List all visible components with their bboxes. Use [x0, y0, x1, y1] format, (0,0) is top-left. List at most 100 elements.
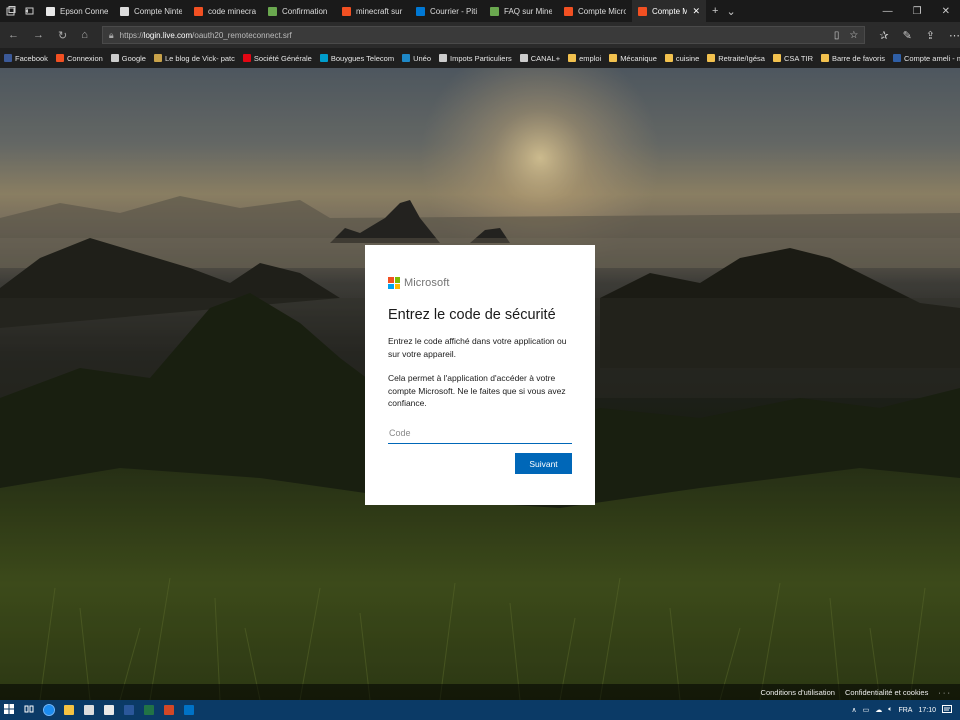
favorite-link[interactable]: Mécanique: [609, 54, 657, 63]
back-tabs-icon[interactable]: [24, 6, 34, 16]
privacy-link[interactable]: Confidentialité et cookies: [845, 688, 928, 697]
forward-arrow-icon[interactable]: →: [33, 29, 44, 42]
clock[interactable]: 17:10: [918, 707, 936, 714]
system-tray: ∧ ▭ ☁ 🔈︎ FRA 17:10: [852, 704, 960, 716]
favorite-icon: [242, 54, 251, 62]
favorite-link[interactable]: Facebook: [4, 54, 48, 63]
favorite-label: Bouygues Telecom: [330, 53, 395, 63]
logo-square: [394, 283, 400, 289]
favorite-star-icon[interactable]: ☆: [849, 30, 858, 41]
tab-favicon-icon: [120, 6, 129, 16]
browser-tab[interactable]: Courrier - Piti LSN - Out: [410, 0, 484, 22]
tab-favicon-icon: [564, 6, 573, 16]
favorite-label: Retraite/Igésa: [718, 53, 765, 63]
tab-bar: Epson Connect - Print a Compte Nintendo co…: [0, 0, 960, 22]
logo-square: [388, 277, 394, 283]
favorite-link[interactable]: CSA TIR: [772, 54, 813, 63]
edge-taskbar-icon[interactable]: [43, 704, 55, 716]
store-icon[interactable]: [104, 705, 114, 715]
favorite-label: Société Générale: [253, 53, 312, 63]
favorite-label: cuisine: [675, 53, 700, 63]
favorite-link[interactable]: cuisine: [664, 53, 700, 63]
chevron-down-icon[interactable]: ⌄: [726, 5, 735, 18]
browser-tab[interactable]: Epson Connect - Print a: [40, 0, 114, 22]
tab-actions: + ⌄: [706, 5, 742, 18]
tab-favicon-icon: [490, 6, 499, 16]
onedrive-icon[interactable]: ☁: [875, 706, 882, 714]
toolbar-right: ✰ ✎ ⇪ ⋯: [865, 29, 960, 42]
favorite-label: Compte ameli - mon: [903, 53, 960, 63]
pen-note-icon[interactable]: ✎: [903, 29, 912, 42]
favorite-link[interactable]: Unéo: [402, 54, 431, 63]
volume-icon[interactable]: 🔈︎: [888, 706, 892, 714]
tab-favicon-icon: [268, 6, 277, 16]
browser-tab[interactable]: Compte Microsoft: [558, 0, 632, 22]
logo-square: [394, 277, 400, 283]
tab-label: Courrier - Piti LSN - Out: [430, 6, 478, 16]
browser-tab[interactable]: code minecraft - Micros: [188, 0, 262, 22]
more-footer-icon[interactable]: · · ·: [938, 688, 950, 697]
favorite-label: Le blog de Vick- patc: [164, 53, 235, 63]
favorite-link[interactable]: Compte ameli - mon: [892, 53, 960, 63]
next-button[interactable]: Suivant: [515, 453, 572, 474]
notifications-icon[interactable]: [942, 704, 952, 716]
favorite-icon: [439, 54, 448, 62]
home-icon[interactable]: ⌂: [81, 29, 88, 42]
chevron-up-icon[interactable]: ∧: [852, 706, 857, 714]
network-icon[interactable]: ▭: [863, 706, 870, 714]
close-tab-icon[interactable]: ✕: [692, 6, 700, 17]
refresh-icon[interactable]: ↻: [58, 29, 67, 42]
windows-start-icon[interactable]: [4, 704, 14, 716]
tab-label: FAQ sur Minecraft pour: [504, 6, 552, 16]
favorite-link[interactable]: Connexion: [55, 54, 103, 63]
reading-view-icon[interactable]: ▯: [834, 30, 840, 41]
minimize-icon[interactable]: —: [883, 6, 893, 17]
favorite-icon: [153, 54, 162, 62]
browser-tab[interactable]: Confirmation Minecraft: [262, 0, 336, 22]
more-options-icon[interactable]: ⋯: [949, 29, 960, 42]
favorite-link[interactable]: Société Générale: [242, 53, 312, 63]
new-tab-icon[interactable]: +: [712, 5, 718, 18]
tab-label: Epson Connect - Print a: [60, 6, 108, 16]
favorite-icon: [772, 54, 781, 62]
favorite-link[interactable]: Impots Particuliers: [439, 54, 512, 63]
favorites-hub-icon[interactable]: ✰: [879, 29, 888, 42]
favorite-label: Impots Particuliers: [450, 53, 512, 63]
favorite-link[interactable]: Le blog de Vick- patc: [153, 53, 235, 63]
code-input[interactable]: [388, 425, 572, 444]
language-indicator[interactable]: FRA: [898, 707, 912, 714]
favorite-link[interactable]: Retraite/Igésa: [707, 54, 765, 63]
browser-tab[interactable]: minecraft sur switch et: [336, 0, 410, 22]
powerpoint-icon[interactable]: [164, 705, 174, 715]
word-icon[interactable]: [124, 705, 134, 715]
task-view-icon[interactable]: [24, 704, 34, 716]
tab-label: Confirmation Minecraft: [282, 6, 330, 16]
calculator-icon[interactable]: [84, 705, 94, 715]
browser-tab[interactable]: Compte Nintendo: [114, 0, 188, 22]
back-arrow-icon[interactable]: ←: [8, 29, 19, 42]
nav-buttons: ← → ↻ ⌂: [0, 29, 94, 42]
favorite-link[interactable]: CANAL+: [519, 54, 560, 63]
favorite-link[interactable]: emploi: [568, 54, 601, 63]
microsoft-logo: Microsoft: [388, 277, 572, 289]
tab-actions-icon[interactable]: [6, 6, 16, 16]
tab-favicon-icon: [342, 6, 351, 16]
share-icon[interactable]: ⇪: [926, 29, 935, 42]
excel-icon[interactable]: [144, 705, 154, 715]
trust-warning-text: Cela permet à l'application d'accéder à …: [388, 373, 566, 408]
favorite-label: Mécanique: [620, 53, 657, 63]
restore-icon[interactable]: ❐: [913, 6, 922, 17]
file-explorer-icon[interactable]: [64, 705, 74, 715]
favorite-icon: [110, 54, 119, 62]
favorite-link[interactable]: Bouygues Telecom: [319, 53, 395, 63]
address-bar[interactable]: 🔒︎ https://login.live.com/oauth20_remote…: [101, 26, 866, 44]
browser-tab[interactable]: FAQ sur Minecraft pour: [484, 0, 558, 22]
favorite-link[interactable]: Google: [110, 54, 146, 63]
favorite-link[interactable]: Barre de favoris: [821, 54, 885, 63]
tab-label: Compte Nintendo: [134, 6, 182, 16]
outlook-icon[interactable]: [184, 705, 194, 715]
browser-tab[interactable]: Compte Microsoft ✕: [632, 0, 706, 22]
terms-link[interactable]: Conditions d'utilisation: [761, 688, 835, 697]
security-code-card: Microsoft Entrez le code de sécurité Ent…: [365, 245, 595, 505]
close-window-icon[interactable]: ✕: [942, 6, 950, 17]
